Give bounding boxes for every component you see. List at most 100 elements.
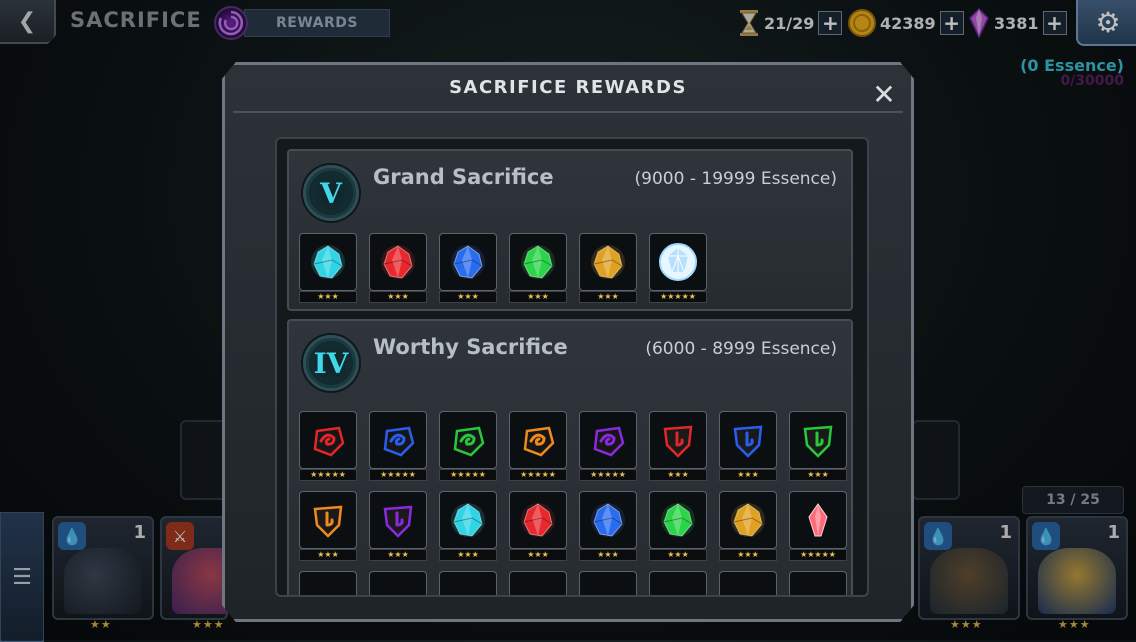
crystal-icon [731, 503, 765, 537]
tier-essence-range: (6000 - 8999 Essence) [645, 339, 837, 359]
reward-item[interactable]: ★★★ [649, 411, 709, 481]
reward-item[interactable]: ★★★ [789, 411, 849, 481]
reward-stars: ★★★★★ [789, 549, 847, 561]
reward-item[interactable]: ★★★ [719, 491, 779, 561]
reward-item[interactable]: ★★★ [439, 491, 499, 561]
tier-worthy-sacrifice: IV Worthy Sacrifice (6000 - 8999 Essence… [287, 319, 853, 595]
reward-frame [719, 571, 777, 595]
reward-frame [719, 411, 777, 469]
sacrifice-rewards-modal: SACRIFICE REWARDS ✕ V Grand Sacrifice (9… [222, 62, 914, 622]
reward-item[interactable]: ★★★★★ [579, 411, 639, 481]
reward-stars: ★★★ [649, 469, 707, 481]
reward-stars: ★★★ [509, 291, 567, 303]
tier-name: Worthy Sacrifice [373, 335, 568, 359]
reward-item[interactable]: ★★★★★ [439, 411, 499, 481]
reward-item[interactable]: ★★★ [299, 491, 359, 561]
shard-icon [383, 426, 415, 457]
reward-item[interactable]: ★★★ [719, 411, 779, 481]
reward-stars: ★★★ [369, 549, 427, 561]
reward-frame [649, 411, 707, 469]
reward-item[interactable] [509, 571, 569, 595]
crystal-icon [451, 503, 485, 537]
reward-frame [299, 491, 357, 549]
reward-item[interactable]: ★★★★★ [369, 411, 429, 481]
reward-frame [509, 491, 567, 549]
shard-icon [663, 425, 693, 458]
reward-frame [509, 571, 567, 595]
reward-frame [579, 491, 637, 549]
reward-item[interactable]: ★★★ [369, 233, 429, 303]
reward-frame [299, 571, 357, 595]
reward-item[interactable]: ★★★★★ [509, 411, 569, 481]
shard-icon [803, 425, 833, 458]
reward-item[interactable] [579, 571, 639, 595]
reward-item[interactable]: ★★★ [299, 233, 359, 303]
shard-icon [453, 426, 485, 457]
reward-stars: ★★★★★ [649, 291, 707, 303]
reward-frame [649, 491, 707, 549]
close-button[interactable]: ✕ [869, 77, 899, 111]
reward-item[interactable]: ★★★★★ [789, 491, 849, 561]
reward-stars: ★★★ [719, 469, 777, 481]
close-icon: ✕ [872, 77, 896, 111]
rewards-list[interactable]: V Grand Sacrifice (9000 - 19999 Essence)… [275, 137, 869, 597]
reward-frame [369, 571, 427, 595]
reward-stars: ★★★★★ [369, 469, 427, 481]
crystal-icon [521, 503, 555, 537]
reward-frame [509, 411, 567, 469]
shard-icon [523, 426, 555, 457]
crystal-icon [381, 245, 415, 279]
reward-row-partial [299, 571, 849, 595]
crystal-icon [451, 245, 485, 279]
reward-stars: ★★★ [579, 549, 637, 561]
reward-frame [649, 571, 707, 595]
reward-item[interactable]: ★★★ [579, 233, 639, 303]
tier-badge: IV [303, 335, 359, 391]
reward-frame [299, 411, 357, 469]
reward-frame [439, 411, 497, 469]
reward-item[interactable]: ★★★ [509, 233, 569, 303]
reward-item[interactable] [369, 571, 429, 595]
reward-frame [439, 491, 497, 549]
shard-icon [383, 505, 413, 538]
reward-row: ★★★ ★★★ ★★★ ★★★ ★★★ [299, 233, 709, 303]
reward-item[interactable] [439, 571, 499, 595]
reward-item[interactable]: ★★★★★ [649, 233, 709, 303]
reward-item[interactable] [719, 571, 779, 595]
shard-icon [808, 503, 828, 537]
reward-frame [439, 571, 497, 595]
tier-grand-sacrifice: V Grand Sacrifice (9000 - 19999 Essence)… [287, 149, 853, 311]
reward-item[interactable]: ★★★ [649, 491, 709, 561]
reward-frame [719, 491, 777, 549]
reward-item[interactable]: ★★★ [579, 491, 639, 561]
reward-stars: ★★★ [299, 549, 357, 561]
reward-item[interactable]: ★★★★★ [299, 411, 359, 481]
reward-stars: ★★★★★ [579, 469, 637, 481]
reward-stars: ★★★★★ [299, 469, 357, 481]
crystal-icon [591, 245, 625, 279]
reward-row: ★★★ ★★★ ★★★ ★★★ ★★★ [299, 491, 849, 561]
reward-item[interactable]: ★★★ [369, 491, 429, 561]
reward-item[interactable]: ★★★ [439, 233, 499, 303]
shard-icon [313, 426, 345, 457]
reward-frame [299, 233, 357, 291]
reward-stars: ★★★ [719, 549, 777, 561]
reward-item[interactable] [299, 571, 359, 595]
reward-frame [369, 233, 427, 291]
reward-frame [789, 571, 847, 595]
reward-frame [579, 571, 637, 595]
reward-stars: ★★★ [579, 291, 637, 303]
reward-item[interactable] [789, 571, 849, 595]
crystal-icon [661, 503, 695, 537]
reward-stars: ★★★ [649, 549, 707, 561]
reward-stars: ★★★★★ [439, 469, 497, 481]
reward-row: ★★★★★ ★★★★★ ★★★★★ ★★★★★ ★★★★★ ★★★ ★★★ ★★… [299, 411, 849, 481]
diamond-icon [659, 243, 697, 281]
reward-frame [649, 233, 707, 291]
reward-item[interactable] [649, 571, 709, 595]
reward-item[interactable]: ★★★ [509, 491, 569, 561]
reward-frame [509, 233, 567, 291]
reward-stars: ★★★ [439, 291, 497, 303]
reward-frame [789, 411, 847, 469]
tier-essence-range: (9000 - 19999 Essence) [634, 169, 837, 189]
